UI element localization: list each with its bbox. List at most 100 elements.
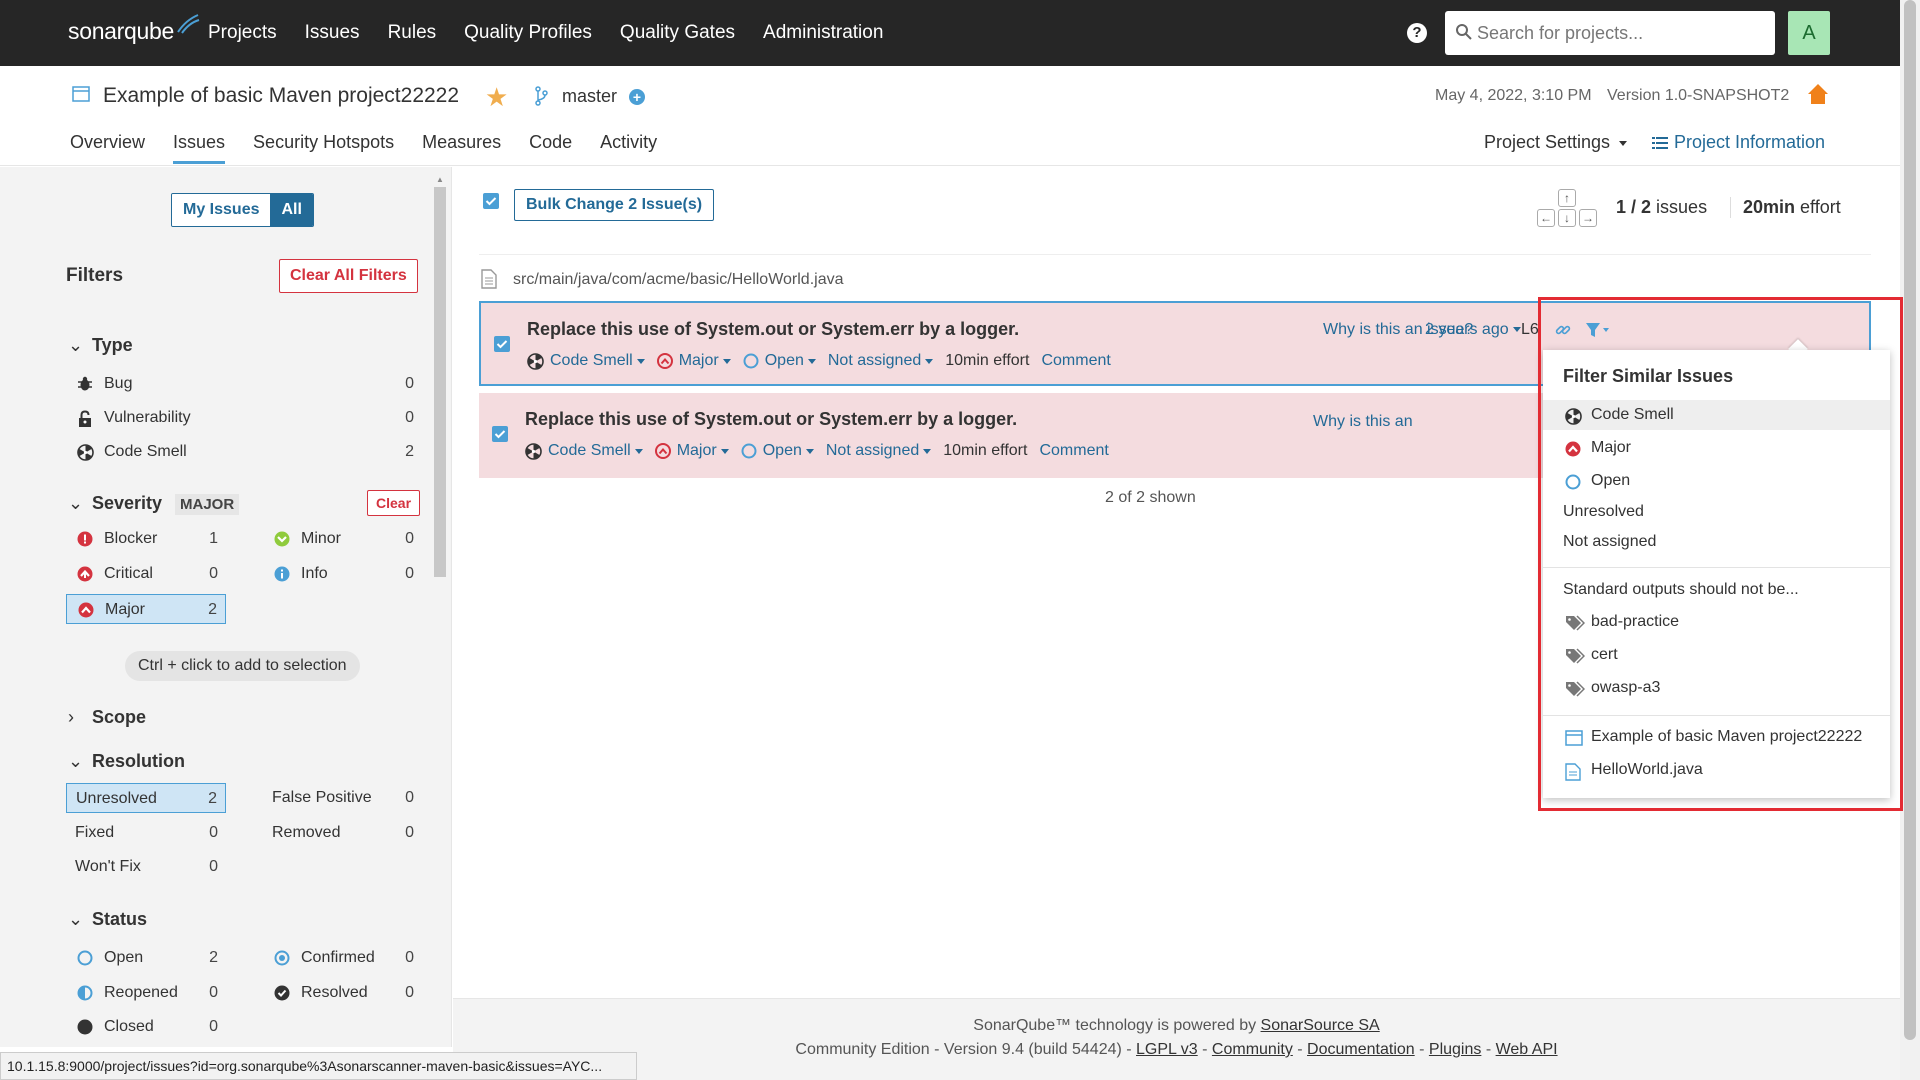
- all-issues-button[interactable]: All: [270, 194, 313, 226]
- filter-severity-minor[interactable]: Minor 0: [263, 524, 422, 554]
- favorite-star-icon[interactable]: ★: [485, 82, 508, 113]
- help-icon[interactable]: ?: [1407, 23, 1427, 43]
- issue-assignee-dropdown[interactable]: Not assigned: [826, 442, 932, 460]
- why-is-this-an-issue-link[interactable]: Why is this an: [1313, 413, 1413, 431]
- filter-status-resolved[interactable]: Resolved 0: [263, 978, 422, 1008]
- filter-label: Confirmed: [301, 949, 375, 966]
- issue-line[interactable]: L6: [1521, 321, 1539, 339]
- confirmed-status-icon: [274, 950, 290, 971]
- filter-type-vulnerability[interactable]: Vulnerability 0: [66, 403, 422, 433]
- nav-issues[interactable]: Issues: [305, 22, 360, 44]
- issue-assignee-dropdown[interactable]: Not assigned: [827, 352, 934, 370]
- web-api-link[interactable]: Web API: [1496, 1041, 1558, 1058]
- major-severity-icon: [654, 443, 671, 459]
- nav-projects[interactable]: Projects: [208, 22, 277, 44]
- issue-status-dropdown[interactable]: Open: [743, 352, 816, 370]
- filter-status-confirmed[interactable]: Confirmed 0: [263, 943, 422, 973]
- open-status-icon: [741, 443, 757, 459]
- project-settings-menu[interactable]: Project Settings: [1484, 132, 1628, 153]
- nav-rules[interactable]: Rules: [388, 22, 437, 44]
- issue-message[interactable]: Replace this use of System.out or System…: [525, 409, 1017, 430]
- nav-administration[interactable]: Administration: [763, 22, 883, 44]
- issue-severity-dropdown[interactable]: Major: [654, 442, 729, 460]
- file-icon: [481, 269, 497, 289]
- issue-message[interactable]: Replace this use of System.out or System…: [527, 319, 1019, 340]
- filter-resolution-wont-fix[interactable]: Won't Fix 0: [66, 852, 226, 882]
- issue-status-dropdown[interactable]: Open: [741, 442, 814, 460]
- filter-type-bug[interactable]: Bug 0: [66, 369, 422, 399]
- issue-comment-link[interactable]: Comment: [1039, 442, 1108, 460]
- filter-label: Reopened: [104, 984, 178, 1001]
- project-information-button[interactable]: Project Information: [1652, 132, 1825, 153]
- filter-severity-info[interactable]: Info 0: [263, 559, 422, 589]
- community-link[interactable]: Community: [1212, 1041, 1293, 1058]
- clear-all-filters-button[interactable]: Clear All Filters: [279, 259, 418, 293]
- logo-text: sonarqube: [68, 18, 174, 44]
- filter-type-code-smell[interactable]: Code Smell 2: [66, 437, 422, 467]
- issue-type-dropdown[interactable]: Code Smell: [527, 352, 645, 370]
- sidebar-scrollbar-thumb[interactable]: [434, 187, 446, 577]
- file-path[interactable]: src/main/java/com/acme/basic/HelloWorld.…: [513, 271, 843, 289]
- select-all-checkbox[interactable]: [483, 193, 499, 209]
- page-scrollbar[interactable]: [1900, 0, 1920, 1080]
- filter-status-reopened[interactable]: Reopened 0: [66, 978, 226, 1008]
- avatar[interactable]: A: [1788, 11, 1830, 55]
- project-header: Example of basic Maven project22222 ★ ma…: [0, 66, 1900, 166]
- filter-count: 0: [209, 565, 218, 582]
- project-name[interactable]: Example of basic Maven project22222: [103, 84, 459, 108]
- facet-scope-header[interactable]: › Scope: [68, 707, 146, 728]
- filter-label: Blocker: [104, 530, 158, 547]
- facet-type-header[interactable]: ⌄ Type: [68, 335, 133, 356]
- issue-type-dropdown[interactable]: Code Smell: [525, 442, 643, 460]
- issue-checkbox[interactable]: [494, 336, 510, 352]
- filter-resolution-unresolved[interactable]: Unresolved 2: [66, 783, 226, 813]
- lgpl-link[interactable]: LGPL v3: [1136, 1041, 1198, 1058]
- tab-activity[interactable]: Activity: [600, 132, 657, 164]
- tab-measures[interactable]: Measures: [422, 132, 501, 164]
- nav-quality-profiles[interactable]: Quality Profiles: [464, 22, 592, 44]
- issue-assignee-label: Not assigned: [827, 352, 922, 369]
- branch-name[interactable]: master: [562, 86, 617, 107]
- issue-checkbox[interactable]: [492, 426, 508, 442]
- nav-quality-gates[interactable]: Quality Gates: [620, 22, 735, 44]
- filter-status-open[interactable]: Open 2: [66, 943, 226, 973]
- sidebar-scrollbar[interactable]: ▲: [432, 175, 448, 1047]
- bulk-change-button[interactable]: Bulk Change 2 Issue(s): [514, 189, 715, 221]
- issue-comment-link[interactable]: Comment: [1041, 352, 1110, 370]
- page-scrollbar-thumb[interactable]: [1904, 0, 1916, 1040]
- issue-age-dropdown[interactable]: 2 years ago: [1425, 321, 1521, 339]
- filter-severity-critical[interactable]: Critical 0: [66, 559, 226, 589]
- main-nav: Projects Issues Rules Quality Profiles Q…: [208, 0, 911, 66]
- search-input[interactable]: [1477, 11, 1767, 55]
- home-icon[interactable]: [1807, 83, 1829, 105]
- severity-clear-button[interactable]: Clear: [367, 490, 421, 516]
- filter-severity-blocker[interactable]: Blocker 1: [66, 524, 226, 554]
- facet-severity-header[interactable]: ⌄ Severity: [68, 493, 162, 514]
- filter-status-closed[interactable]: Closed 0: [66, 1012, 226, 1042]
- plugins-link[interactable]: Plugins: [1429, 1041, 1481, 1058]
- chevron-down-icon: ⌄: [68, 751, 84, 771]
- facet-status-header[interactable]: ⌄ Status: [68, 909, 147, 930]
- issue-severity-dropdown[interactable]: Major: [656, 352, 731, 370]
- documentation-link[interactable]: Documentation: [1307, 1041, 1415, 1058]
- my-issues-button[interactable]: My Issues: [172, 194, 271, 226]
- filter-resolution-removed[interactable]: Removed 0: [263, 818, 422, 848]
- tab-overview[interactable]: Overview: [70, 132, 145, 164]
- sonarqube-logo[interactable]: sonarqube: [68, 14, 200, 45]
- filter-resolution-false-positive[interactable]: False Positive 0: [263, 783, 422, 813]
- tab-code[interactable]: Code: [529, 132, 572, 164]
- sonarsource-link[interactable]: SonarSource SA: [1261, 1017, 1380, 1034]
- scroll-up-icon[interactable]: ▲: [436, 175, 444, 184]
- tab-security-hotspots[interactable]: Security Hotspots: [253, 132, 394, 164]
- filter-count: 0: [405, 824, 414, 841]
- filter-resolution-fixed[interactable]: Fixed 0: [66, 818, 226, 848]
- filter-count: 0: [209, 1018, 218, 1035]
- footer: SonarQube™ technology is powered by Sona…: [453, 998, 1900, 1080]
- critical-severity-icon: [77, 566, 93, 587]
- filter-label: Closed: [104, 1018, 154, 1035]
- facet-resolution-header[interactable]: ⌄ Resolution: [68, 751, 185, 772]
- branch-add-icon[interactable]: +: [629, 89, 645, 105]
- filter-severity-major[interactable]: Major 2: [66, 594, 226, 624]
- issue-scope-toggle: My Issues All: [171, 193, 314, 227]
- tab-issues[interactable]: Issues: [173, 132, 226, 164]
